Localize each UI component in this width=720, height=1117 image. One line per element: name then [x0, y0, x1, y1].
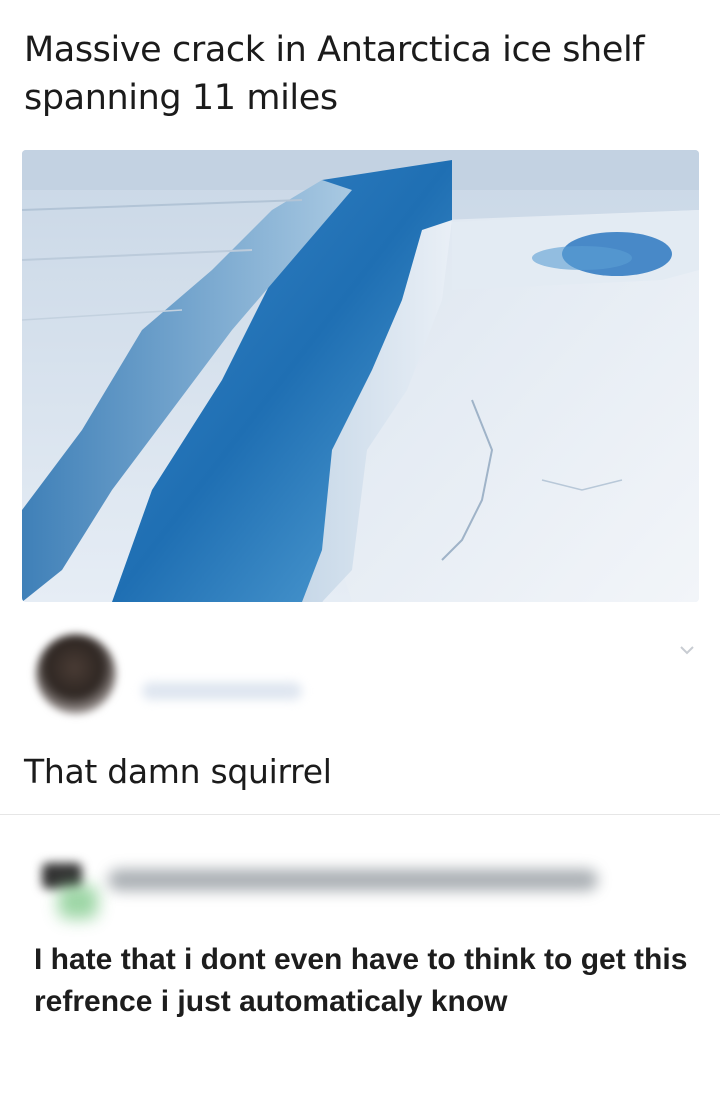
comment-2: I hate that i dont even have to think to…: [0, 815, 720, 1117]
ice-crack-illustration: [22, 150, 699, 602]
commenter-name-blurred[interactable]: [142, 682, 302, 700]
comment-text: That damn squirrel: [24, 752, 332, 791]
chevron-down-icon[interactable]: [677, 642, 697, 658]
comment-1: That damn squirrel: [0, 612, 720, 816]
commenter-avatar[interactable]: [36, 634, 116, 714]
commenter-name-blurred[interactable]: [108, 869, 598, 891]
post-title: Massive crack in Antarctica ice shelf sp…: [24, 30, 645, 118]
post-screenshot: Massive crack in Antarctica ice shelf sp…: [0, 0, 720, 1117]
post-photo-ice-crack[interactable]: [22, 150, 699, 602]
comment-text: I hate that i dont even have to think to…: [34, 943, 688, 1018]
commenter-avatar[interactable]: [36, 855, 100, 919]
